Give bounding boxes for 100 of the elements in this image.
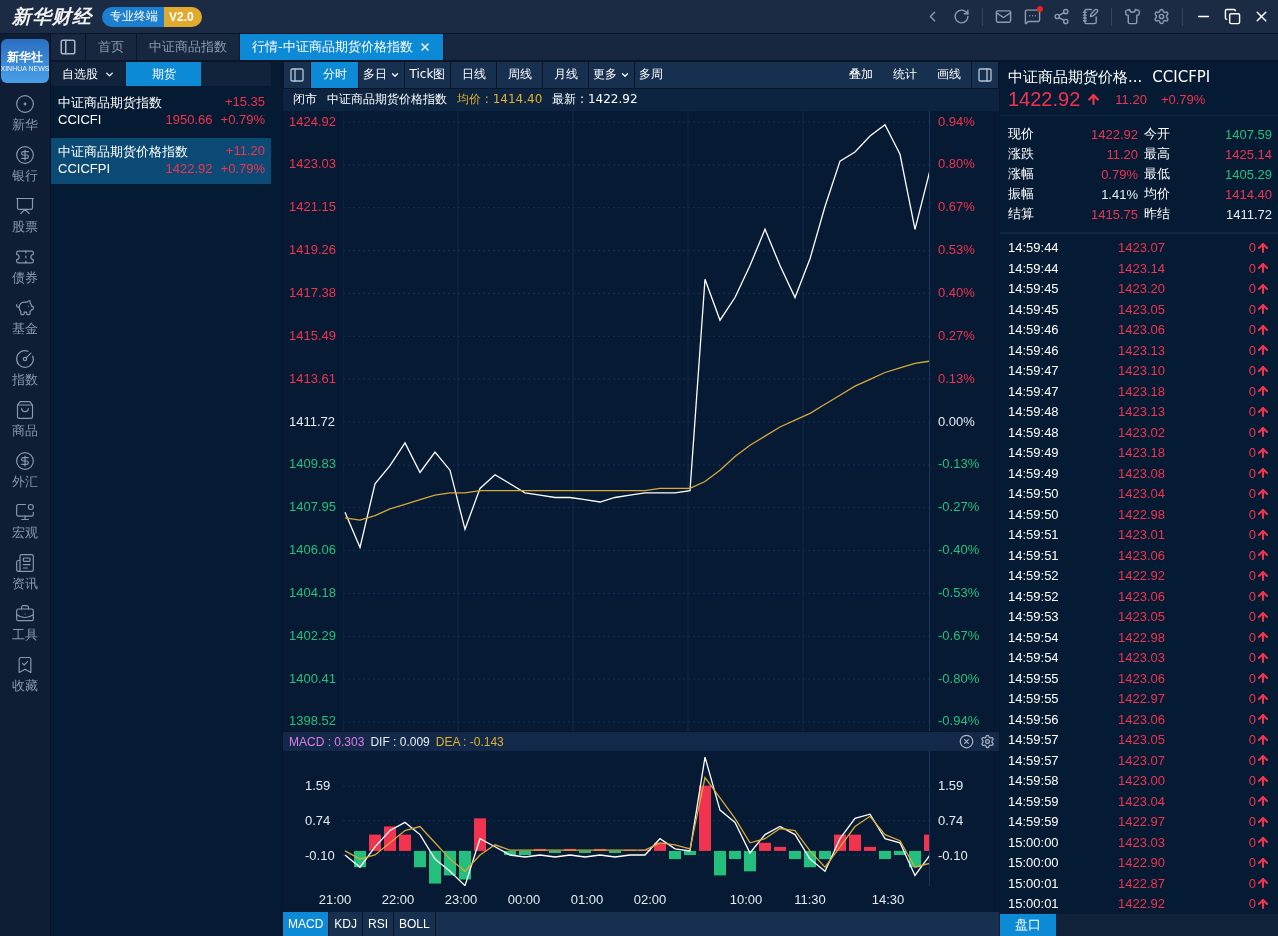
tick-price: 1423.14 xyxy=(1118,260,1166,276)
axis-label: 0.13% xyxy=(938,369,976,388)
tick-time: 14:59:44 xyxy=(1008,240,1060,255)
tick-time: 14:59:48 xyxy=(1008,404,1060,419)
axis-label: 1400.41 xyxy=(289,669,337,688)
stat-value: 11.20 xyxy=(1105,146,1138,162)
tick-volume: 0 xyxy=(1248,691,1256,706)
tick-time: 15:00:00 xyxy=(1008,834,1060,850)
tick-price: 1422.87 xyxy=(1118,875,1166,891)
market-status: 闭市 xyxy=(293,91,317,109)
tick-time: 14:59:56 xyxy=(1008,711,1060,727)
tick-volume: 0 xyxy=(1248,445,1256,460)
axis-label: 1413.61 xyxy=(289,369,337,388)
tick-volume: 0 xyxy=(1248,568,1256,583)
tick-time: 14:59:53 xyxy=(1008,609,1060,624)
tick-price: 1423.05 xyxy=(1118,609,1166,624)
tick-volume: 0 xyxy=(1248,773,1256,788)
tick-price: 1423.00 xyxy=(1118,773,1166,788)
tick-volume: 0 xyxy=(1248,342,1256,358)
tick-time: 14:59:47 xyxy=(1008,363,1060,378)
axis-label: 1402.29 xyxy=(289,626,337,645)
stat-label: 振幅 xyxy=(1008,185,1035,204)
tick-price: 1423.06 xyxy=(1118,711,1166,727)
tick-time: 14:59:45 xyxy=(1008,301,1060,317)
stat-label: 结算 xyxy=(1008,205,1035,224)
axis-label: -0.67% xyxy=(938,626,981,645)
stat-label: 涨跌 xyxy=(1008,145,1035,164)
axis-label: 1.59 xyxy=(305,777,332,796)
tick-time: 14:59:49 xyxy=(1008,465,1060,481)
axis-label: 21:00 xyxy=(317,891,353,907)
tick-price: 1422.97 xyxy=(1118,814,1166,829)
tick-price: 1423.04 xyxy=(1118,486,1166,501)
tick-price: 1423.03 xyxy=(1118,834,1166,850)
axis-label: 02:00 xyxy=(632,891,668,907)
tick-volume: 0 xyxy=(1248,363,1256,378)
axis-label: -0.94% xyxy=(938,712,981,731)
tick-volume: 0 xyxy=(1248,752,1256,768)
tick-price: 1423.06 xyxy=(1118,588,1166,604)
stat-label: 涨幅 xyxy=(1008,165,1035,184)
tick-time: 14:59:57 xyxy=(1008,732,1060,747)
tick-volume: 0 xyxy=(1248,404,1256,419)
tick-volume: 0 xyxy=(1248,793,1256,809)
stat-value: 1405.29 xyxy=(1224,166,1272,182)
axis-label: 1.59 xyxy=(938,777,965,796)
stat-value: 0.79% xyxy=(1100,166,1138,182)
axis-label: -0.80% xyxy=(938,669,981,688)
stat-value: 1411.72 xyxy=(1224,206,1272,222)
axis-label: 01:00 xyxy=(569,891,605,907)
tick-time: 14:59:44 xyxy=(1008,260,1060,276)
stat-label: 现价 xyxy=(1008,125,1035,144)
tick-volume: 0 xyxy=(1248,506,1256,522)
tick-price: 1423.05 xyxy=(1118,301,1166,317)
quote-code: CCICFPI xyxy=(1152,68,1211,87)
axis-label: 0.94% xyxy=(938,112,976,131)
indicator-reading: DEA : -0.143 xyxy=(435,734,504,749)
average-price: 均价 : 1414.40 xyxy=(457,91,543,109)
axis-label: -0.10 xyxy=(305,847,336,866)
tick-volume: 0 xyxy=(1248,547,1256,563)
stat-value: 1422.92 xyxy=(1090,126,1138,142)
tick-time: 15:00:01 xyxy=(1008,896,1060,911)
tick-price: 1422.90 xyxy=(1118,855,1166,870)
tick-volume: 0 xyxy=(1248,465,1256,481)
tick-price: 1423.13 xyxy=(1118,342,1166,358)
tick-time: 15:00:01 xyxy=(1008,875,1060,891)
tick-time: 14:59:51 xyxy=(1008,527,1060,542)
axis-label: 1423.03 xyxy=(289,155,337,174)
axis-label: 1409.83 xyxy=(289,455,337,474)
tick-volume: 0 xyxy=(1248,834,1256,850)
axis-label: 00:00 xyxy=(506,891,542,907)
axis-label: 1411.72 xyxy=(289,412,337,431)
latest-price: 最新 : 1422.92 xyxy=(552,91,638,109)
tick-time: 14:59:54 xyxy=(1008,629,1060,645)
axis-label: 0.40% xyxy=(938,283,976,302)
axis-label: 1424.92 xyxy=(289,112,337,131)
tick-price: 1423.06 xyxy=(1118,670,1166,686)
tick-price: 1423.05 xyxy=(1118,732,1166,747)
tick-volume: 0 xyxy=(1248,670,1256,686)
instrument-name: 中证商品期货价格指数 xyxy=(327,91,447,109)
tick-time: 14:59:52 xyxy=(1008,568,1060,583)
quote-percent: +0.79% xyxy=(1160,92,1206,108)
axis-label: 1398.52 xyxy=(289,712,337,731)
axis-label: -0.53% xyxy=(938,583,981,602)
axis-label: 0.74 xyxy=(305,812,332,831)
axis-label: -0.13% xyxy=(938,455,981,474)
axis-label: 22:00 xyxy=(380,891,416,907)
tick-volume: 0 xyxy=(1248,855,1256,870)
axis-label: 23:00 xyxy=(443,891,479,907)
tick-time: 14:59:45 xyxy=(1008,281,1060,296)
axis-label: 1421.15 xyxy=(289,198,337,217)
quote-price: 1422.92 xyxy=(1008,88,1081,112)
tick-volume: 0 xyxy=(1248,260,1256,276)
quote-title: 中证商品期货价格... xyxy=(1008,67,1143,87)
tick-volume: 0 xyxy=(1248,629,1256,645)
tick-time: 14:59:49 xyxy=(1008,445,1060,460)
tick-volume: 0 xyxy=(1248,486,1256,501)
tick-time: 14:59:52 xyxy=(1008,588,1060,604)
tick-price: 1423.20 xyxy=(1118,281,1166,296)
tick-time: 14:59:54 xyxy=(1008,650,1060,665)
tick-volume: 0 xyxy=(1248,322,1256,337)
tick-time: 14:59:55 xyxy=(1008,670,1060,686)
